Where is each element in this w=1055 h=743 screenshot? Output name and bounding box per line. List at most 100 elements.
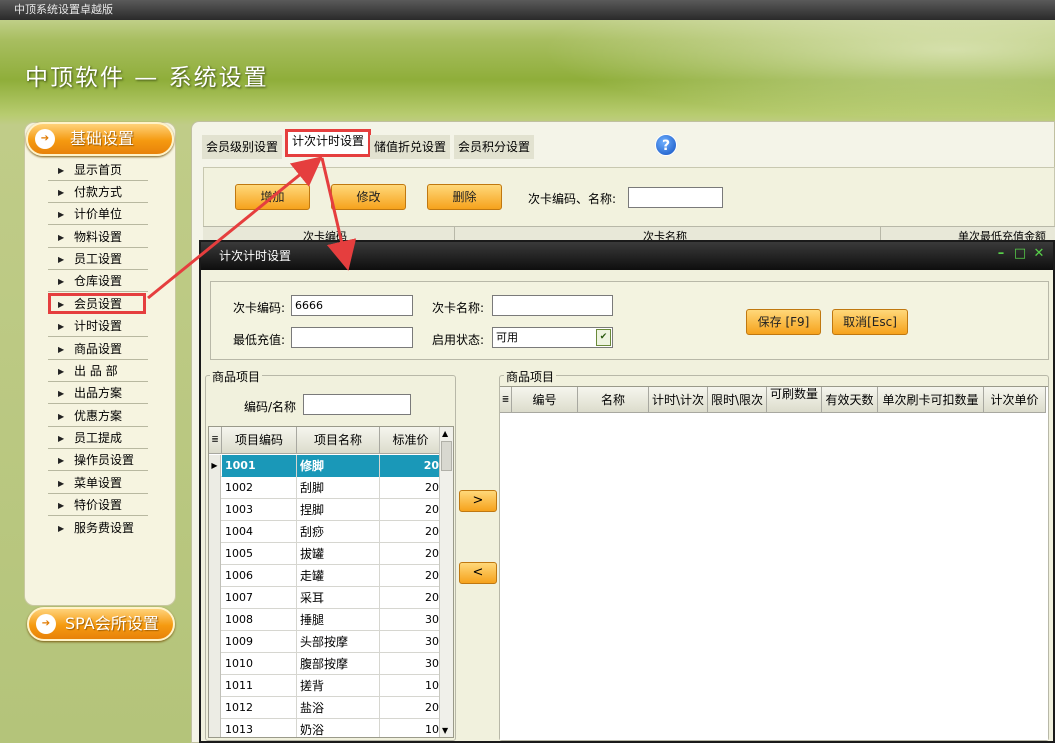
row-indicator	[209, 521, 221, 543]
cell-name: 走罐	[297, 565, 380, 587]
card-code-label: 次卡编码:	[233, 301, 286, 315]
close-icon[interactable]: ✕	[1031, 246, 1047, 262]
sidebar-item-special-price[interactable]: ▶ 特价设置	[48, 495, 148, 516]
card-name-input[interactable]	[492, 295, 613, 316]
sidebar-item-timing[interactable]: ▶ 计时设置	[48, 316, 148, 337]
row-indicator	[209, 543, 221, 565]
dialog-form-panel: 次卡编码: 6666 次卡名称: 最低充值: 启用状态: 可用 ✔ 保存 [F9…	[210, 281, 1049, 360]
help-icon[interactable]: ?	[655, 134, 677, 156]
cell-code: 1006	[222, 565, 297, 587]
sidebar-item-output-dept[interactable]: ▶ 出 品 部	[48, 361, 148, 382]
cell-price: 20	[425, 569, 439, 582]
column-header[interactable]: 单次刷卡可扣数量	[878, 387, 984, 413]
cell-price: 20	[425, 481, 439, 494]
row-indicator-header-icon: ≣	[209, 427, 222, 454]
cell-code: 1002	[222, 477, 297, 499]
cell-name: 刮脚	[297, 477, 380, 499]
cell-name: 盐浴	[297, 697, 380, 719]
cell-code: 1010	[222, 653, 297, 675]
column-header[interactable]: 计时\计次	[649, 387, 708, 413]
tab-member-level[interactable]: 会员级别设置	[202, 135, 283, 159]
cell-name: 腹部按摩	[297, 653, 380, 675]
sidebar-item-warehouse[interactable]: ▶ 仓库设置	[48, 271, 148, 292]
sidebar-item-unit[interactable]: ▶ 计价单位	[48, 204, 148, 225]
maximize-icon[interactable]: □	[1012, 246, 1028, 262]
row-indicator	[209, 565, 221, 587]
scroll-thumb[interactable]	[441, 441, 452, 471]
sidebar-item-staff[interactable]: ▶ 员工设置	[48, 249, 148, 270]
sidebar-item-goods[interactable]: ▶ 商品设置	[48, 339, 148, 360]
edit-button[interactable]: 修改	[331, 184, 406, 210]
minimize-icon[interactable]: –	[993, 246, 1009, 262]
column-header[interactable]: 可刷数量	[767, 387, 822, 413]
sidebar-item-member[interactable]: ▶ 会员设置	[48, 293, 146, 314]
table-row[interactable]: 1004 刮痧 20	[209, 521, 445, 543]
tab-member-points[interactable]: 会员积分设置	[454, 135, 535, 159]
search-label: 次卡编码、名称:	[528, 192, 617, 206]
sidebar-item-home[interactable]: ▶ 显示首页	[48, 160, 148, 181]
column-header[interactable]: 有效天数	[822, 387, 878, 413]
sidebar-item-commission[interactable]: ▶ 员工提成	[48, 428, 148, 449]
sidebar-item-menu[interactable]: ▶ 菜单设置	[48, 473, 148, 494]
sidebar-item-operator[interactable]: ▶ 操作员设置	[48, 450, 148, 471]
goods-selected-table: ≣ 编号 名称 计时\计次 限时\限次 可刷数量 有效天数 单次刷卡可扣数量 计…	[500, 386, 1048, 740]
table-row[interactable]: 1002 刮脚 20	[209, 477, 445, 499]
cell-code: 1009	[222, 631, 297, 653]
status-label: 启用状态:	[432, 333, 485, 347]
group-title: 商品项目	[210, 368, 263, 385]
tab-count-timing[interactable]: 计次计时设置	[285, 129, 372, 157]
cell-price: 20	[425, 525, 439, 538]
cell-code: 1007	[222, 587, 297, 609]
cancel-button[interactable]: 取消[Esc]	[832, 309, 908, 335]
sidebar-item-discount[interactable]: ▶ 优惠方案	[48, 406, 148, 427]
column-header[interactable]: 限时\限次	[708, 387, 767, 413]
status-select[interactable]: 可用 ✔	[492, 327, 613, 348]
column-header[interactable]: 标准价	[380, 427, 442, 454]
sidebar-item-output-plan[interactable]: ▶ 出品方案	[48, 383, 148, 404]
cell-code: 1013	[222, 719, 297, 737]
count-timing-dialog: 计次计时设置 – □ ✕ 次卡编码: 6666 次卡名称: 最低充值: 启用状态…	[199, 240, 1055, 743]
table-row[interactable]: 1006 走罐 20	[209, 565, 445, 587]
cell-name: 拔罐	[297, 543, 380, 565]
table-row[interactable]: 1005 拔罐 20	[209, 543, 445, 565]
column-header[interactable]: 名称	[578, 387, 649, 413]
cell-code: 1005	[222, 543, 297, 565]
table-row[interactable]: 1008 捶腿 30	[209, 609, 445, 631]
triangle-right-icon: ▶	[58, 479, 65, 488]
table-row[interactable]: ▶ 1001 修脚 20	[209, 455, 445, 477]
status-value: 可用	[496, 331, 518, 344]
column-header[interactable]: 项目编码	[222, 427, 297, 454]
move-left-button[interactable]: <	[459, 562, 497, 584]
table-row[interactable]: 1007 采耳 20	[209, 587, 445, 609]
column-header[interactable]: 计次单价	[984, 387, 1046, 413]
sidebar-item-payment[interactable]: ▶ 付款方式	[48, 182, 148, 203]
app-title: 中顶软件 — 系统设置	[25, 65, 269, 91]
scroll-down-icon[interactable]: ▼	[442, 726, 448, 735]
move-right-button[interactable]: >	[459, 490, 497, 512]
code-name-search-input[interactable]	[303, 394, 411, 415]
add-button[interactable]: 增加	[235, 184, 310, 210]
tab-stored-value[interactable]: 储值折兑设置	[370, 135, 451, 159]
save-button[interactable]: 保存 [F9]	[746, 309, 821, 335]
min-recharge-input[interactable]	[291, 327, 413, 348]
sidebar-item-material[interactable]: ▶ 物料设置	[48, 227, 148, 248]
delete-button[interactable]: 删除	[427, 184, 502, 210]
card-code-input[interactable]: 6666	[291, 295, 413, 316]
column-header[interactable]: 项目名称	[297, 427, 380, 454]
table-row[interactable]: 1013 奶浴 10	[209, 719, 445, 737]
sidebar-section-spa-settings[interactable]: ➔ SPA会所设置	[27, 607, 175, 641]
table-row[interactable]: 1011 搓背 10	[209, 675, 445, 697]
row-indicator-header-icon: ≣	[500, 387, 512, 413]
scroll-up-icon[interactable]: ▲	[442, 429, 448, 438]
cell-price: 20	[425, 591, 439, 604]
column-header[interactable]: 编号	[512, 387, 578, 413]
table-row[interactable]: 1009 头部按摩 30	[209, 631, 445, 653]
table-row[interactable]: 1012 盐浴 20	[209, 697, 445, 719]
chevron-down-icon[interactable]: ✔	[596, 329, 611, 346]
table-row[interactable]: 1003 捏脚 20	[209, 499, 445, 521]
sidebar-section-basic-settings[interactable]: ➔ 基础设置	[26, 122, 174, 156]
search-input[interactable]	[628, 187, 723, 208]
sidebar-item-service-fee[interactable]: ▶ 服务费设置	[48, 518, 148, 539]
table-row[interactable]: 1010 腹部按摩 30	[209, 653, 445, 675]
vertical-scrollbar[interactable]: ▲ ▼	[439, 427, 453, 737]
